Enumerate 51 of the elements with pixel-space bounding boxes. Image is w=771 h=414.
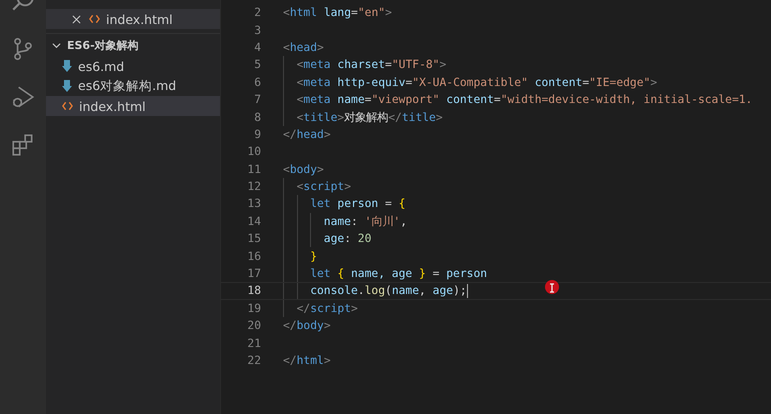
file-item[interactable]: es6对象解构.md: [46, 76, 220, 96]
down-arrow-icon: [62, 60, 72, 72]
code-brackets-icon: [89, 14, 100, 24]
file-item[interactable]: es6.md: [46, 56, 220, 76]
line-number: 20: [246, 319, 261, 332]
line-number: 14: [246, 214, 261, 228]
run-debug-icon[interactable]: [10, 84, 36, 110]
line-number: 11: [246, 162, 261, 176]
code-line: let person = {: [310, 197, 406, 210]
file-item[interactable]: index.html: [46, 96, 220, 116]
text-cursor: [466, 284, 468, 298]
line-number: 16: [246, 250, 261, 263]
code-line: <title>对象解构</title>: [296, 110, 443, 125]
code-line: name: '向川',: [324, 214, 408, 229]
line-number: 19: [246, 302, 261, 315]
down-arrow-icon: [62, 80, 72, 92]
line-number: 7: [253, 93, 261, 106]
line-number: 4: [253, 40, 261, 54]
code-line: <meta name="viewport" content="width=device-width, initial-scale=1.: [296, 93, 752, 106]
line-number: 21: [246, 336, 261, 350]
close-icon[interactable]: [72, 14, 81, 24]
line-number: 18: [246, 284, 261, 298]
code-line: </body>: [283, 319, 331, 332]
code-line: <meta http-equiv="X-UA-Compatible" content="IE=edge">: [296, 76, 658, 89]
code-line: </script>: [296, 302, 358, 315]
line-number: 13: [246, 197, 261, 210]
code-line: <html lang="en">: [283, 6, 392, 20]
code-line: </head>: [283, 128, 331, 141]
code-line: age: 20: [324, 232, 372, 246]
code-line: </html>: [283, 354, 331, 367]
line-number: 3: [253, 24, 261, 37]
code-brackets-icon: [62, 101, 73, 111]
code-line: <script>: [296, 180, 352, 194]
code-line: console.log(name, age);: [310, 284, 467, 298]
line-number: 8: [253, 110, 261, 124]
code-line: <body>: [283, 162, 324, 176]
code-line: }: [310, 250, 317, 263]
line-number: 12: [246, 180, 261, 194]
code-line: <head>: [283, 40, 324, 54]
open-editor-item[interactable]: index.html: [46, 9, 220, 29]
code-line: let { name, age } = person: [310, 267, 488, 280]
line-number: 2: [253, 6, 261, 20]
line-number: 6: [253, 76, 261, 89]
line-number: 15: [246, 232, 261, 246]
line-number: 5: [253, 58, 261, 72]
line-number: 22: [246, 354, 261, 367]
line-number: 17: [246, 267, 261, 280]
code-line: <meta charset="UTF-8">: [296, 58, 446, 72]
line-number: 9: [253, 128, 261, 141]
line-number: 10: [246, 145, 261, 158]
folder-header[interactable]: ES6-对象解构: [46, 33, 220, 56]
